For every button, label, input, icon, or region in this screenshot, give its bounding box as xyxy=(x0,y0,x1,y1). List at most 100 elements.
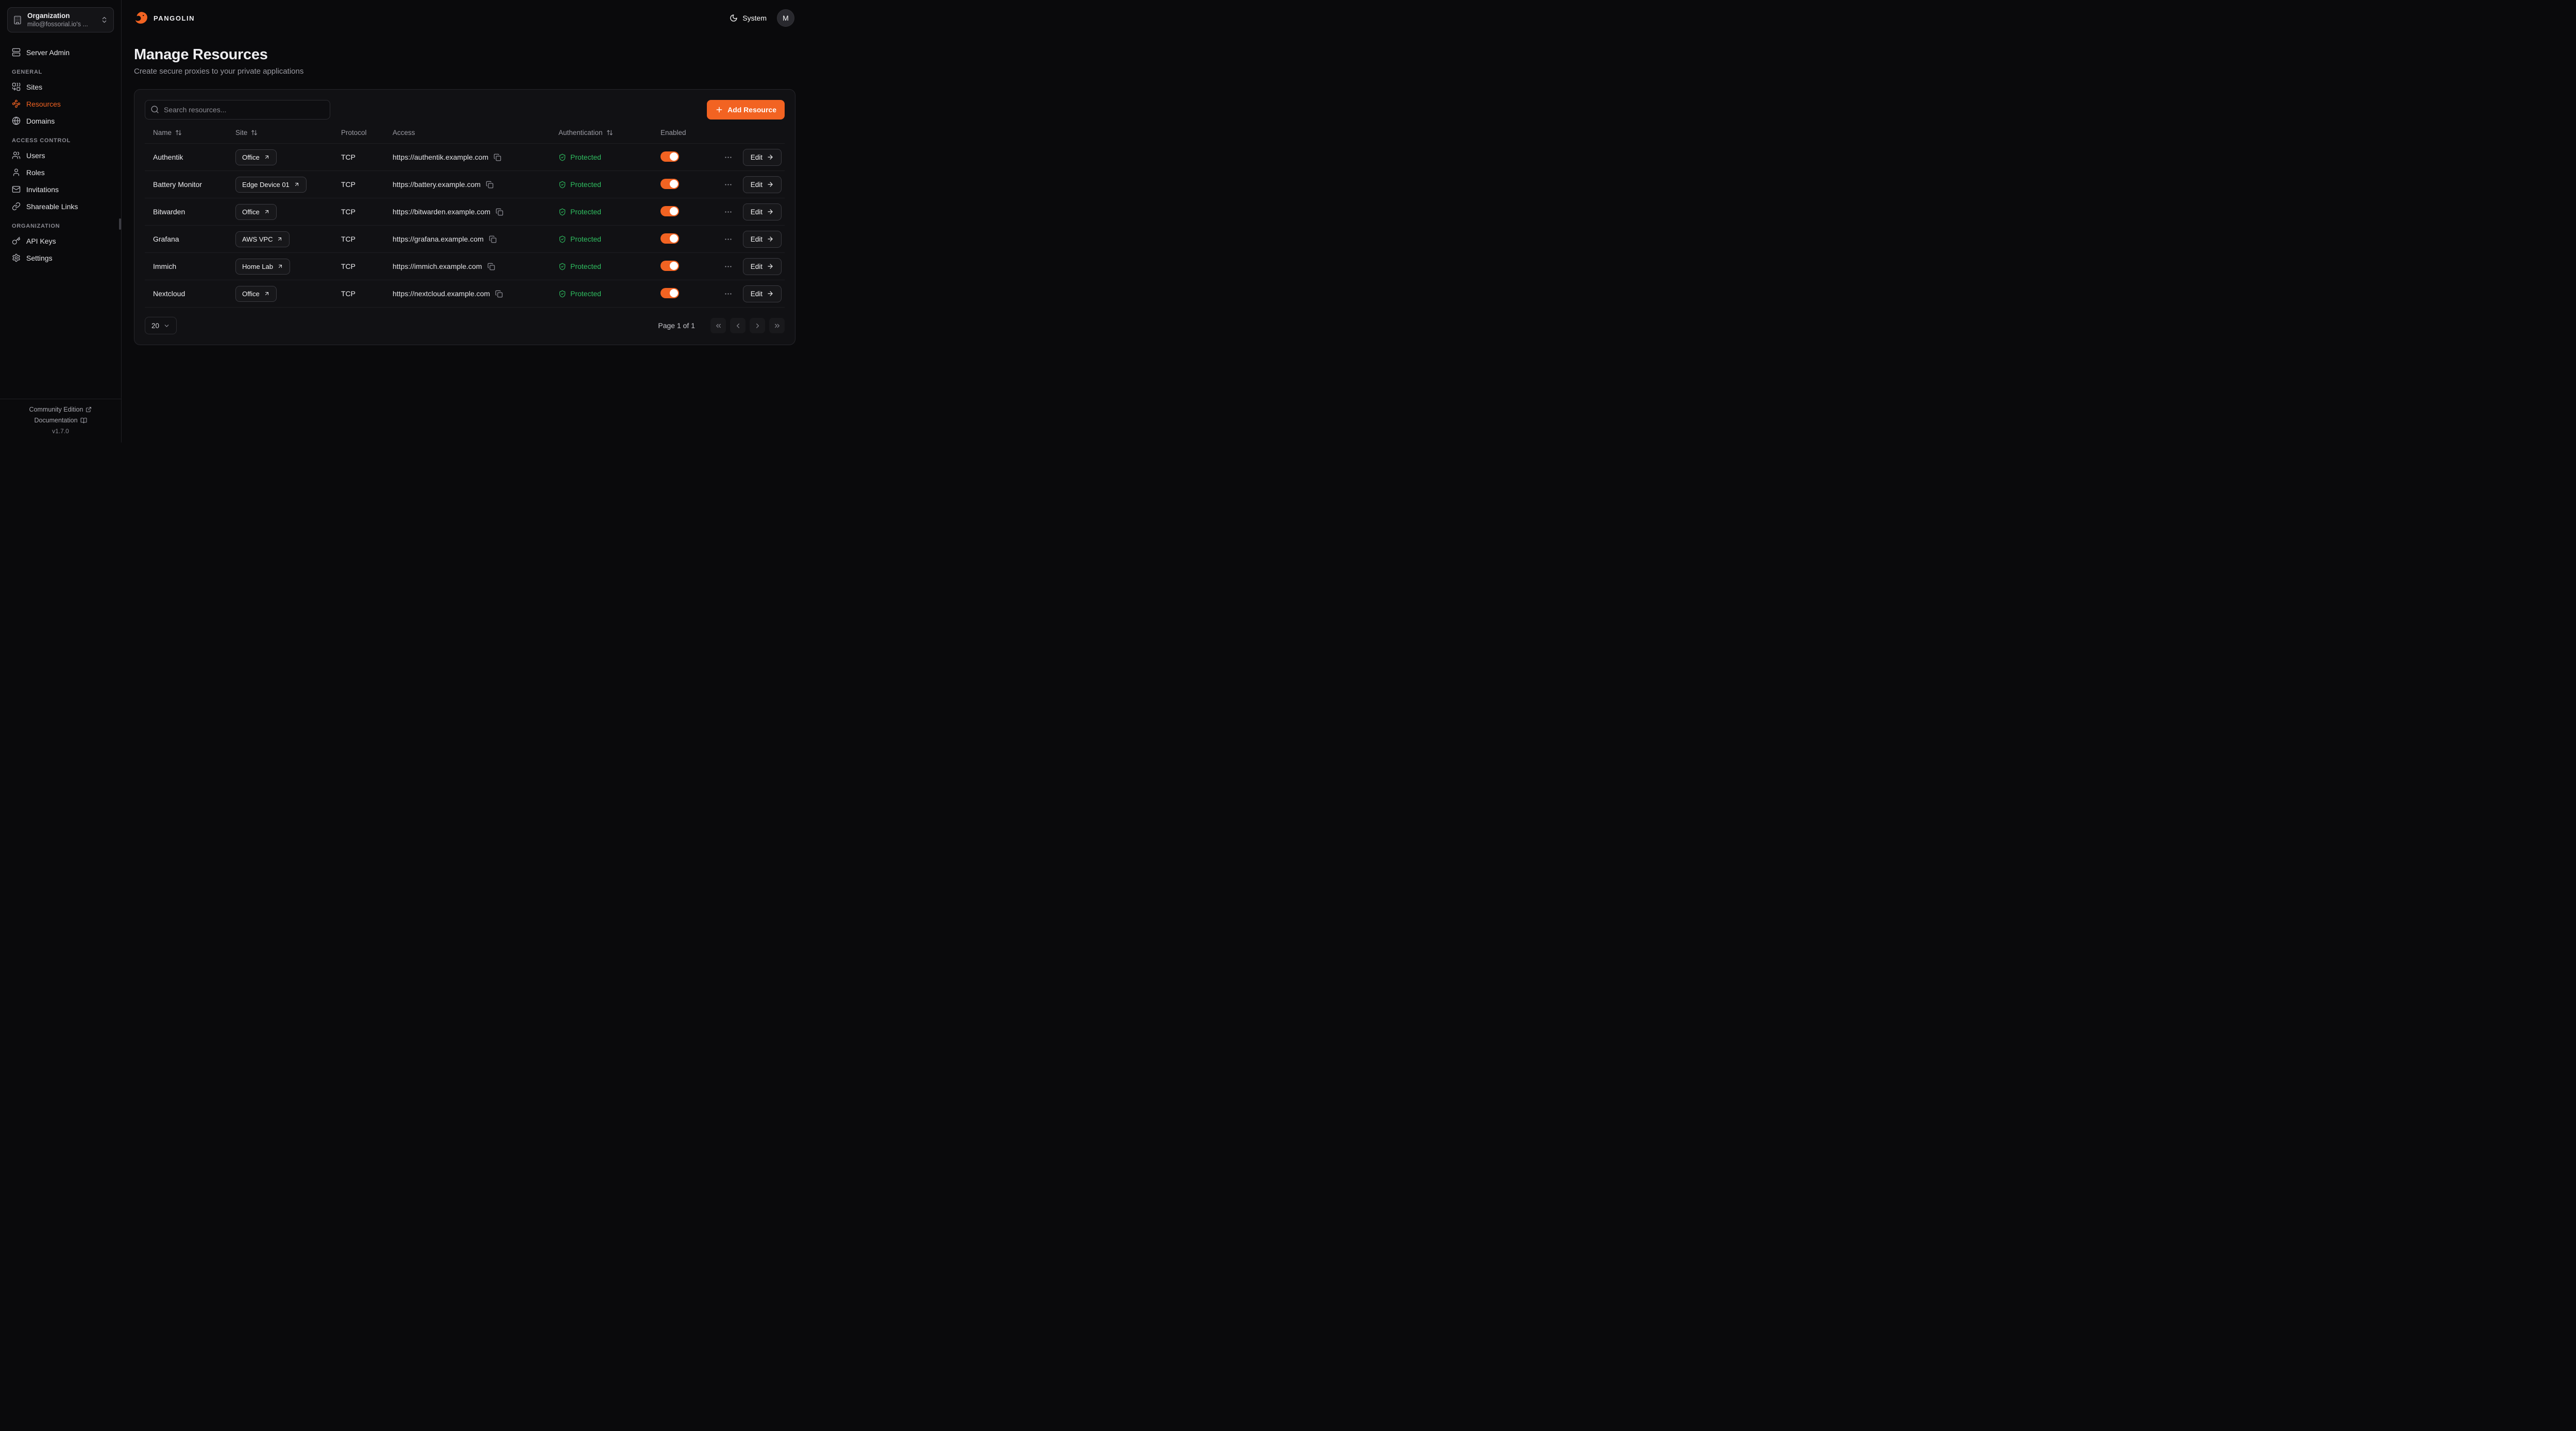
site-link-button[interactable]: Office xyxy=(235,204,277,220)
prev-page-button[interactable] xyxy=(730,318,745,333)
add-resource-button[interactable]: Add Resource xyxy=(707,100,785,120)
copy-url-button[interactable] xyxy=(486,181,494,189)
next-page-button[interactable] xyxy=(750,318,765,333)
edit-label: Edit xyxy=(751,263,762,270)
row-menu-button[interactable] xyxy=(723,288,734,299)
site-link-button[interactable]: Office xyxy=(235,286,277,302)
column-header-name: Name xyxy=(153,129,172,137)
documentation-link[interactable]: Documentation xyxy=(34,417,87,424)
row-menu-button[interactable] xyxy=(723,152,734,163)
last-page-button[interactable] xyxy=(769,318,785,333)
arrow-right-icon xyxy=(767,181,774,188)
edit-button[interactable]: Edit xyxy=(743,258,782,275)
site-link-button[interactable]: Home Lab xyxy=(235,259,290,275)
edit-button[interactable]: Edit xyxy=(743,231,782,248)
section-heading-general: GENERAL xyxy=(12,69,109,75)
enabled-toggle[interactable] xyxy=(660,233,679,244)
resource-name: Battery Monitor xyxy=(145,180,227,189)
resource-name: Grafana xyxy=(145,235,227,243)
sidebar-item-server-admin[interactable]: Server Admin xyxy=(7,44,114,61)
site-link-button[interactable]: Edge Device 01 xyxy=(235,177,307,193)
sidebar-item-label: API Keys xyxy=(26,237,56,245)
page-size-select[interactable]: 20 xyxy=(145,317,177,334)
org-title: Organization xyxy=(27,12,95,20)
enabled-toggle[interactable] xyxy=(660,151,679,162)
search-input[interactable] xyxy=(145,100,330,120)
globe-icon xyxy=(12,116,21,125)
sidebar-item-invitations[interactable]: Invitations xyxy=(7,181,114,198)
shield-check-icon xyxy=(558,181,566,189)
row-menu-button[interactable] xyxy=(723,234,734,245)
page-head: Manage Resources Create secure proxies t… xyxy=(122,35,808,76)
sort-site-button[interactable]: Site xyxy=(235,129,258,137)
site-link-button[interactable]: AWS VPC xyxy=(235,231,290,247)
edit-button[interactable]: Edit xyxy=(743,149,782,166)
table-header: Name Site Protocol Access xyxy=(145,126,785,144)
sidebar-item-api-keys[interactable]: API Keys xyxy=(7,232,114,249)
copy-icon xyxy=(494,154,501,161)
sidebar-item-label: Users xyxy=(26,151,45,160)
sort-authentication-button[interactable]: Authentication xyxy=(558,129,613,137)
ellipsis-icon xyxy=(724,289,733,298)
edit-button[interactable]: Edit xyxy=(743,203,782,220)
copy-url-button[interactable] xyxy=(496,208,503,216)
book-icon xyxy=(80,417,87,424)
sidebar-item-resources[interactable]: Resources xyxy=(7,95,114,112)
search-icon xyxy=(150,105,159,114)
site-link-button[interactable]: Office xyxy=(235,149,277,165)
sort-name-button[interactable]: Name xyxy=(153,129,182,137)
site-label: Edge Device 01 xyxy=(242,181,290,189)
chevrons-left-icon xyxy=(715,322,722,330)
avatar[interactable]: M xyxy=(777,9,794,27)
ellipsis-icon xyxy=(724,153,733,162)
edit-label: Edit xyxy=(751,235,762,243)
row-menu-button[interactable] xyxy=(723,179,734,190)
sidebar-item-roles[interactable]: Roles xyxy=(7,164,114,181)
enabled-toggle[interactable] xyxy=(660,179,679,189)
enabled-toggle[interactable] xyxy=(660,288,679,298)
copy-url-button[interactable] xyxy=(494,154,501,161)
community-edition-link[interactable]: Community Edition xyxy=(29,406,92,413)
sidebar-scrollbar[interactable] xyxy=(119,218,121,230)
app-root: Organization milo@fossorial.io's ... Ser… xyxy=(0,0,808,442)
resource-protocol: TCP xyxy=(333,289,384,298)
copy-icon xyxy=(486,181,494,189)
key-icon xyxy=(12,236,21,245)
edit-button[interactable]: Edit xyxy=(743,285,782,302)
theme-toggle-button[interactable]: System xyxy=(730,14,767,22)
row-menu-button[interactable] xyxy=(723,261,734,272)
sidebar-item-settings[interactable]: Settings xyxy=(7,249,114,266)
sidebar-item-sites[interactable]: Sites xyxy=(7,78,114,95)
shield-check-icon xyxy=(558,263,566,270)
toggle-knob xyxy=(670,152,678,161)
toggle-knob xyxy=(670,234,678,243)
row-menu-button[interactable] xyxy=(723,207,734,217)
site-label: Office xyxy=(242,208,260,216)
enabled-toggle[interactable] xyxy=(660,206,679,216)
copy-url-button[interactable] xyxy=(489,235,497,243)
shield-check-icon xyxy=(558,154,566,161)
sidebar-item-users[interactable]: Users xyxy=(7,147,114,164)
table-row: Immich Home Lab TCP xyxy=(145,253,785,280)
first-page-button[interactable] xyxy=(710,318,726,333)
external-link-icon xyxy=(264,209,270,215)
resource-protocol: TCP xyxy=(333,262,384,270)
card-toolbar: Add Resource xyxy=(145,100,785,120)
table-row: Nextcloud Office TCP xyxy=(145,280,785,308)
shield-check-icon xyxy=(558,290,566,298)
enabled-toggle[interactable] xyxy=(660,261,679,271)
resource-name: Nextcloud xyxy=(145,289,227,298)
org-selector[interactable]: Organization milo@fossorial.io's ... xyxy=(7,7,114,32)
org-text: Organization milo@fossorial.io's ... xyxy=(27,12,95,28)
sidebar-item-label: Server Admin xyxy=(26,48,70,57)
sidebar-item-shareable-links[interactable]: Shareable Links xyxy=(7,198,114,215)
site-label: Office xyxy=(242,154,260,161)
chevrons-up-down-icon xyxy=(100,16,108,24)
sidebar-item-domains[interactable]: Domains xyxy=(7,112,114,129)
resource-name: Immich xyxy=(145,262,227,270)
edit-button[interactable]: Edit xyxy=(743,176,782,193)
sidebar-item-label: Resources xyxy=(26,100,61,108)
copy-url-button[interactable] xyxy=(487,263,495,270)
copy-url-button[interactable] xyxy=(495,290,503,298)
external-link-icon xyxy=(277,263,283,269)
